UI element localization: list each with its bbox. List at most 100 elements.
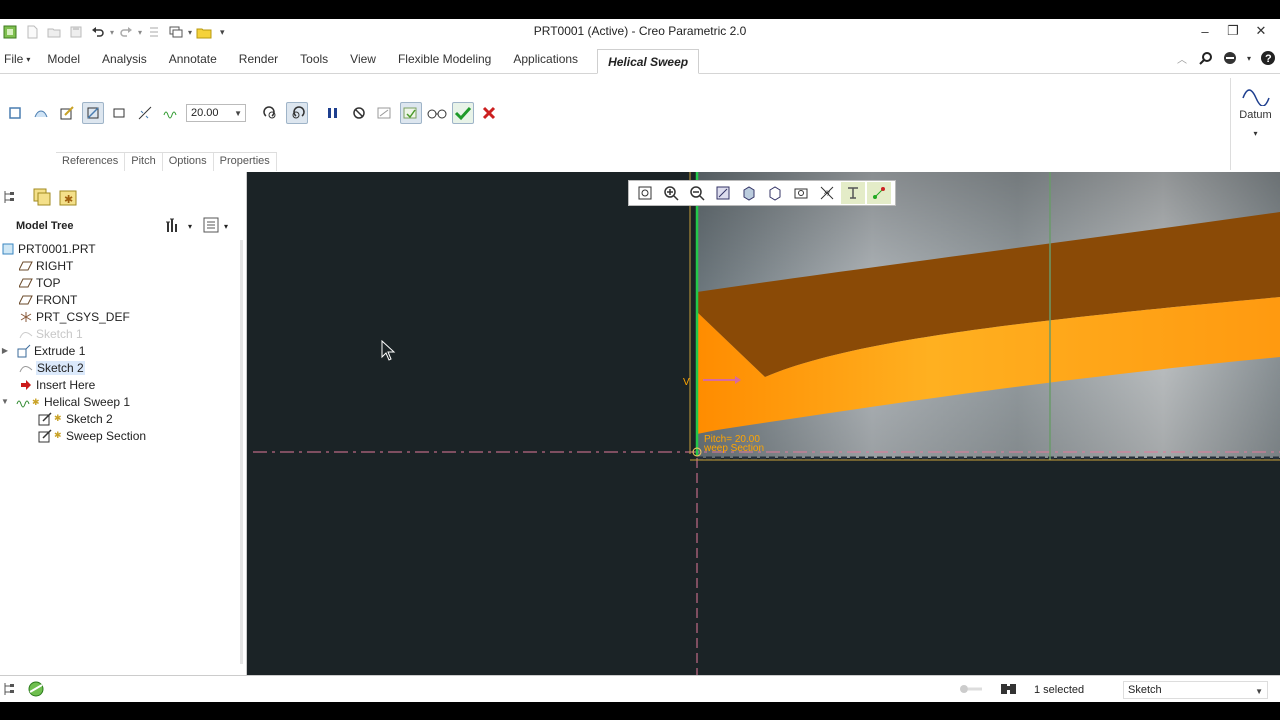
datum-dropdown-icon[interactable]: ▾ xyxy=(1253,129,1257,138)
tab-annotate[interactable]: Annotate xyxy=(158,44,228,74)
find-icon[interactable] xyxy=(1000,682,1018,699)
filter-dropdown-icon[interactable]: ▼ xyxy=(1255,687,1263,696)
right-handed-icon[interactable] xyxy=(286,102,308,124)
undo-icon[interactable] xyxy=(88,22,108,42)
show-icon[interactable] xyxy=(202,216,220,237)
remove-material-off-icon[interactable] xyxy=(82,102,104,124)
help-icon[interactable]: ? xyxy=(1260,50,1276,66)
community-icon[interactable] xyxy=(1222,50,1238,66)
minimize-ribbon-icon[interactable]: ︿ xyxy=(1174,50,1190,66)
display-style-icon[interactable] xyxy=(737,182,761,204)
tree-item-part[interactable]: PRT0001.PRT xyxy=(0,240,240,257)
pause-icon[interactable] xyxy=(322,102,344,124)
zoom-out-icon[interactable] xyxy=(685,182,709,204)
regenerate-icon[interactable] xyxy=(144,22,164,42)
tree-item-csys[interactable]: PRT_CSYS_DEF xyxy=(0,308,240,325)
selection-count[interactable]: 1 selected xyxy=(1034,684,1084,696)
svg-text:✱: ✱ xyxy=(64,194,73,206)
tab-options[interactable]: Options xyxy=(163,153,214,171)
close-window-icon[interactable] xyxy=(194,22,214,42)
sketch-icon[interactable] xyxy=(56,102,78,124)
show-dropdown-icon[interactable]: ▾ xyxy=(224,222,228,231)
left-handed-rule-icon[interactable] xyxy=(134,102,156,124)
new-icon[interactable] xyxy=(22,22,42,42)
zoom-in-icon[interactable] xyxy=(659,182,683,204)
settings-icon[interactable] xyxy=(164,216,184,237)
view-manager-icon[interactable] xyxy=(789,182,813,204)
tab-properties[interactable]: Properties xyxy=(214,153,277,171)
cancel-x-icon[interactable] xyxy=(478,102,500,124)
svg-text:✱: ✱ xyxy=(54,413,62,423)
tab-references[interactable]: References xyxy=(56,153,126,171)
save-icon[interactable] xyxy=(66,22,86,42)
tree-item-sweep-section[interactable]: ✱ Sweep Section xyxy=(0,427,240,444)
tree-item-insert-here[interactable]: Insert Here xyxy=(0,376,240,393)
surface-icon[interactable] xyxy=(30,102,52,124)
model-tree-tab-icon[interactable] xyxy=(2,188,18,209)
spin-center-icon[interactable] xyxy=(867,182,891,204)
expand-arrow-icon[interactable]: ▶ xyxy=(0,346,10,355)
windows-dropdown-icon[interactable]: ▾ xyxy=(188,28,192,37)
tree-item-sketch-1[interactable]: Sketch 1 xyxy=(0,325,240,342)
tree-item-helical-sweep-1[interactable]: ▼ ✱ Helical Sweep 1 xyxy=(0,393,240,410)
verify-icon[interactable] xyxy=(400,102,422,124)
tree-item-right[interactable]: RIGHT xyxy=(0,257,240,274)
repaint-icon[interactable] xyxy=(711,182,735,204)
minimize-icon[interactable]: – xyxy=(1196,23,1214,39)
model-view[interactable] xyxy=(247,172,1280,675)
customize-qat-icon[interactable]: ▾ xyxy=(220,27,225,38)
undo-dropdown-icon[interactable]: ▾ xyxy=(110,28,114,37)
browser-toggle-icon[interactable] xyxy=(26,680,46,701)
no-preview-icon[interactable] xyxy=(348,102,370,124)
selection-filter[interactable]: Sketch ▼ xyxy=(1123,681,1268,699)
tab-flexible-modeling[interactable]: Flexible Modeling xyxy=(387,44,502,74)
pitch-dimension[interactable]: Pitch= 20.00 weep Section xyxy=(704,435,764,454)
solid-icon[interactable] xyxy=(4,102,26,124)
left-handed-icon[interactable] xyxy=(260,102,282,124)
app-icon[interactable] xyxy=(0,22,20,42)
tree-item-label: PRT_CSYS_DEF xyxy=(36,309,130,324)
tree-item-sketch-2[interactable]: Sketch 2 xyxy=(0,359,240,376)
pitch-input[interactable]: 20.00 ▼ xyxy=(186,104,246,122)
redo-icon[interactable] xyxy=(116,22,136,42)
close-icon[interactable]: ✕ xyxy=(1252,23,1270,39)
annotation-display-icon[interactable] xyxy=(841,182,865,204)
pitch-dropdown-icon[interactable]: ▼ xyxy=(234,109,242,118)
restore-icon[interactable]: ❐ xyxy=(1224,23,1242,39)
title-bar: ▾ ▾ ▾ ▾ PRT0001 (Active) - Creo Parametr… xyxy=(0,19,1280,44)
preview-icon[interactable] xyxy=(374,102,396,124)
tree-item-front[interactable]: FRONT xyxy=(0,291,240,308)
navigator-toggle-icon[interactable] xyxy=(2,680,20,701)
tab-model[interactable]: Model xyxy=(36,44,91,74)
settings-dropdown-icon[interactable]: ▾ xyxy=(188,222,192,231)
refit-icon[interactable] xyxy=(633,182,657,204)
collapse-arrow-icon[interactable]: ▼ xyxy=(0,397,10,406)
tab-render[interactable]: Render xyxy=(228,44,289,74)
ok-checkmark-icon[interactable] xyxy=(452,102,474,124)
tab-file[interactable]: File ▾ xyxy=(0,44,36,74)
tab-view[interactable]: View xyxy=(339,44,387,74)
glasses-icon[interactable] xyxy=(426,102,448,124)
tree-item-hs-sketch-2[interactable]: ✱ Sketch 2 xyxy=(0,410,240,427)
redo-dropdown-icon[interactable]: ▾ xyxy=(138,28,142,37)
tab-pitch[interactable]: Pitch xyxy=(125,153,163,171)
open-icon[interactable] xyxy=(44,22,64,42)
datum-group[interactable]: Datum ▾ xyxy=(1230,78,1280,170)
favorites-icon[interactable]: ✱ xyxy=(58,187,78,210)
folder-browser-icon[interactable] xyxy=(32,187,52,210)
saved-orientations-icon[interactable] xyxy=(763,182,787,204)
community-dropdown-icon[interactable]: ▾ xyxy=(1246,50,1252,66)
tab-helical-sweep[interactable]: Helical Sweep xyxy=(597,49,700,74)
search-icon[interactable] xyxy=(1198,50,1214,66)
datum-display-icon[interactable]: xy xyxy=(815,182,839,204)
tab-tools[interactable]: Tools xyxy=(289,44,339,74)
graphics-window[interactable]: xy V Pitch= 20.00 weep Section xyxy=(247,172,1280,675)
tree-scrollbar[interactable] xyxy=(240,240,243,664)
tab-analysis[interactable]: Analysis xyxy=(91,44,158,74)
thicken-icon[interactable] xyxy=(108,102,130,124)
tab-applications[interactable]: Applications xyxy=(502,44,589,74)
windows-icon[interactable] xyxy=(166,22,186,42)
svg-text:✱: ✱ xyxy=(32,397,40,407)
tree-item-extrude-1[interactable]: ▶ Extrude 1 xyxy=(0,342,240,359)
tree-item-top[interactable]: TOP xyxy=(0,274,240,291)
